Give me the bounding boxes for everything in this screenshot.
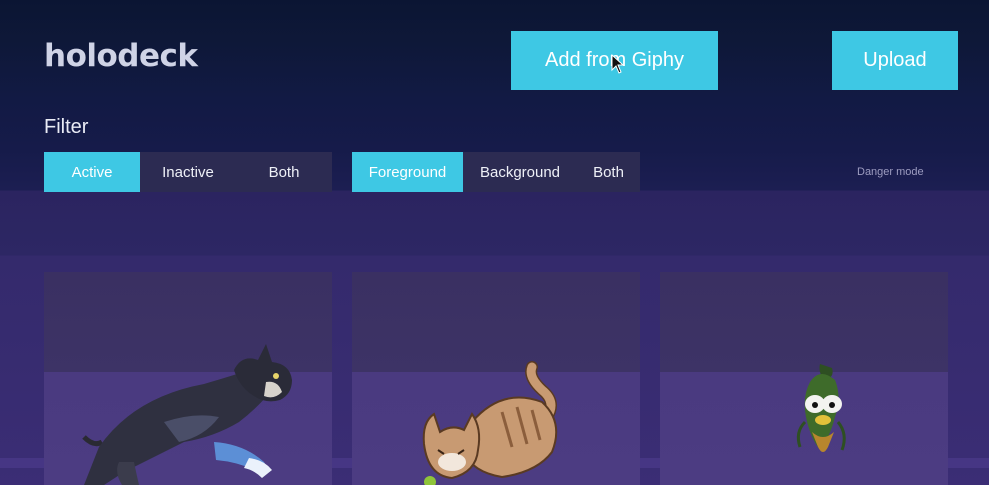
filter-foreground-option[interactable]: Foreground — [352, 152, 463, 192]
mouse-cursor-icon — [611, 54, 625, 74]
cartoon-cat-image — [422, 361, 558, 485]
filter-background-option[interactable]: Background — [463, 152, 577, 192]
gif-card-cartoon-cat[interactable] — [352, 272, 640, 485]
layer-filter-group: Foreground Background Both — [352, 152, 640, 192]
upload-button[interactable]: Upload — [832, 31, 958, 90]
danger-mode-toggle[interactable]: Danger mode — [857, 166, 924, 178]
filter-both-layer-option[interactable]: Both — [577, 152, 640, 192]
filter-inactive-option[interactable]: Inactive — [140, 152, 236, 192]
filter-both-status-option[interactable]: Both — [236, 152, 332, 192]
gif-card-running-cat[interactable] — [44, 272, 332, 485]
running-cat-image — [82, 344, 292, 485]
filter-active-option[interactable]: Active — [44, 152, 140, 192]
status-filter-group: Active Inactive Both — [44, 152, 332, 192]
filter-heading: Filter — [44, 116, 89, 138]
green-creature-image — [796, 364, 846, 452]
gif-card-green-creature[interactable] — [660, 272, 948, 485]
app-logo: holodeck — [44, 38, 198, 74]
